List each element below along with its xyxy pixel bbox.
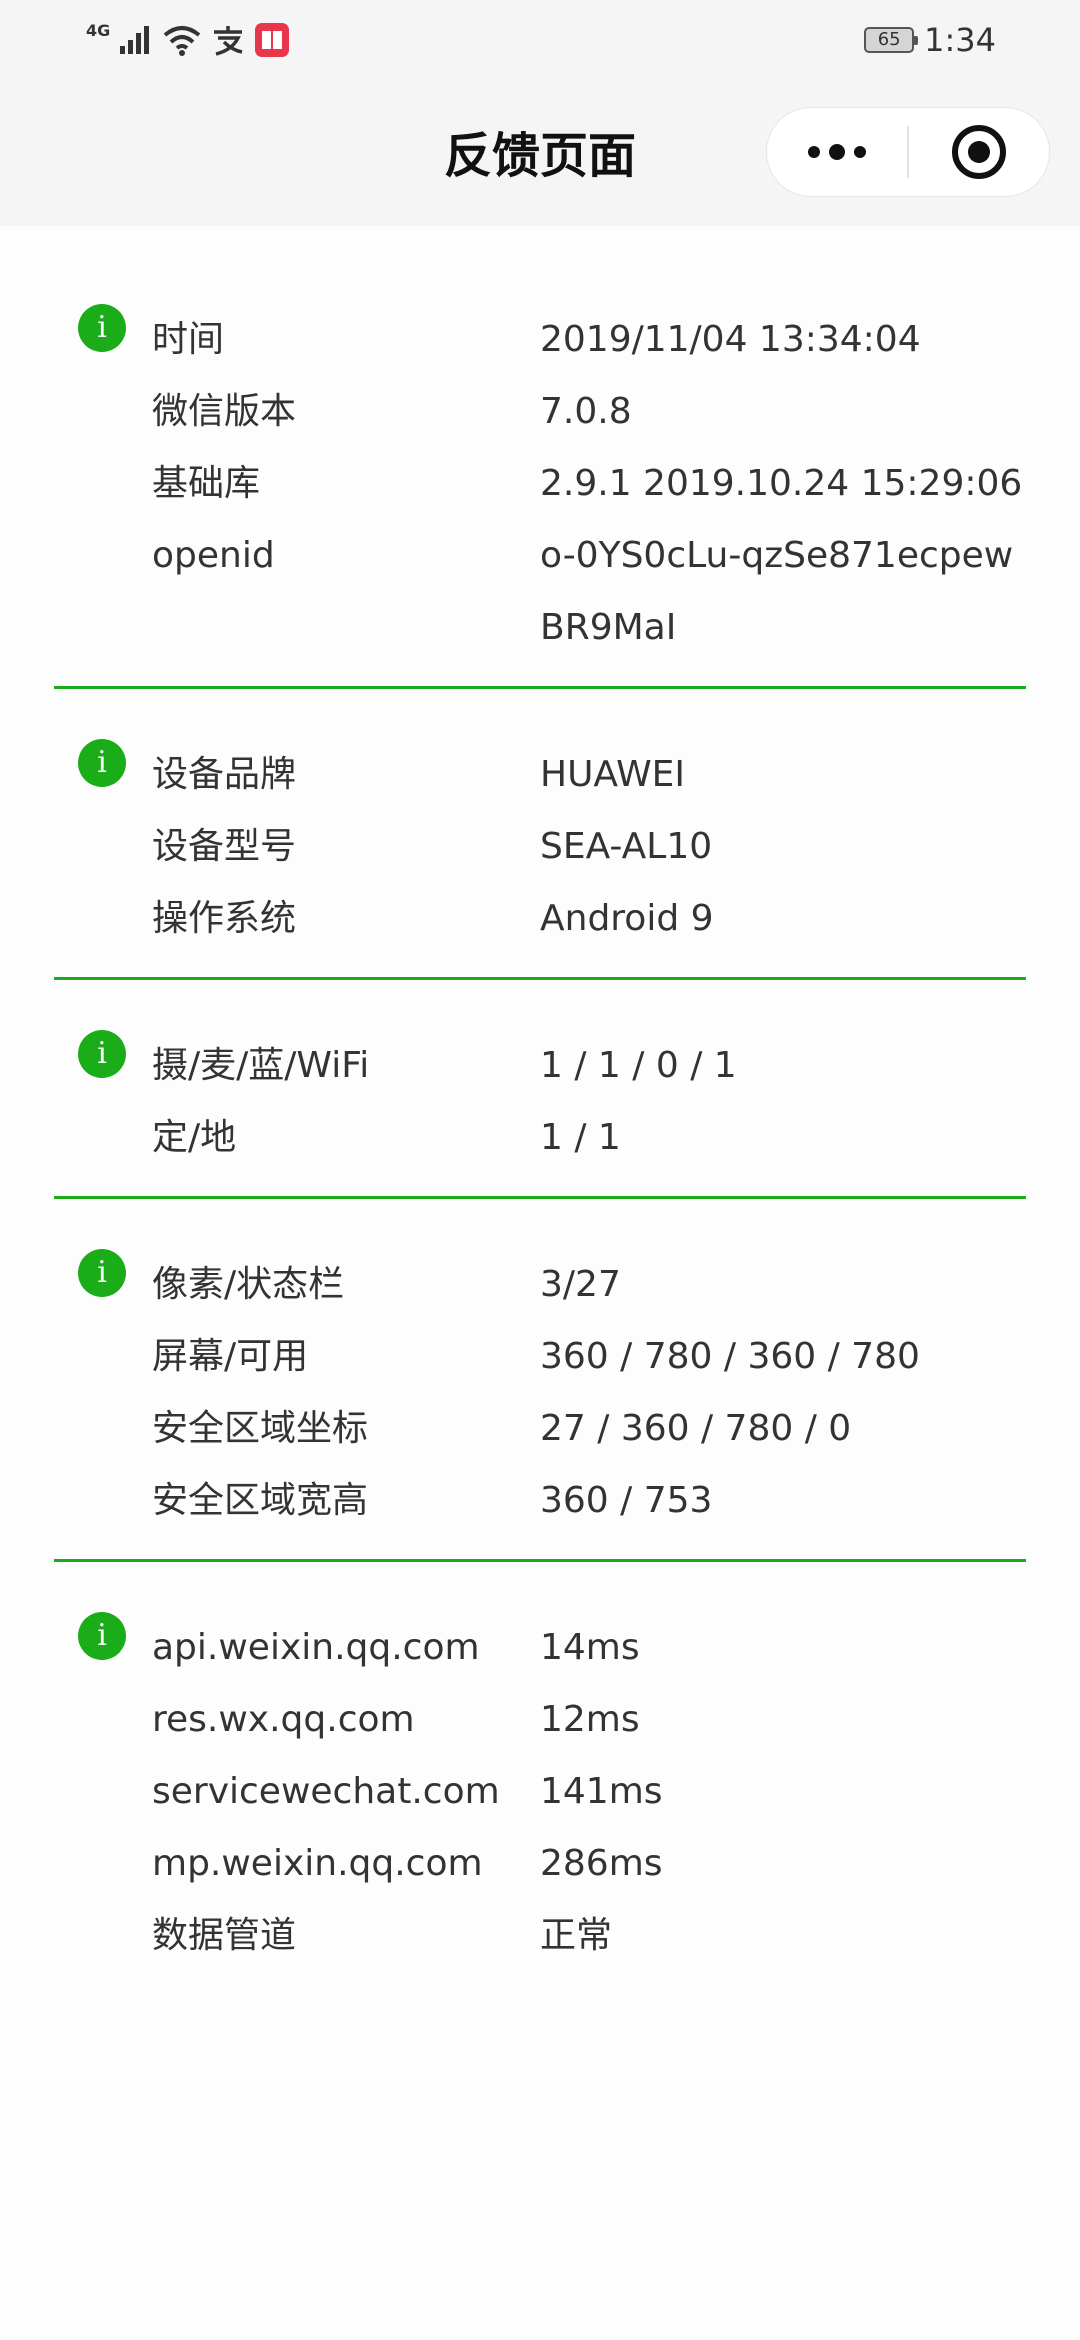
row-value: 27 / 360 / 780 / 0 [540,1408,852,1449]
status-left: 4G [86,18,290,62]
row-label: 微信版本 [152,391,297,432]
row-label: 基础库 [152,463,261,504]
info-row: openid o-0YS0cLu-qzSe871ecpewBR9MaI [54,520,1026,664]
battery-icon: 65 [864,27,919,53]
info-row: 设备品牌 HUAWEI [54,739,1026,811]
row-label: 像素/状态栏 [152,1264,345,1305]
info-row: 定/地 1 / 1 [54,1102,1026,1174]
section-device: i 设备品牌 HUAWEI 设备型号 SEA-AL10 操作系统 Android… [54,689,1026,980]
row-value: Android 9 [540,898,714,939]
nav-bar: 反馈页面 [0,80,1080,226]
row-label: mp.weixin.qq.com [152,1843,483,1884]
status-right: 65 1:34 [864,18,996,62]
section-network: i api.weixin.qq.com 14ms res.wx.qq.com 1… [54,1562,1026,1994]
info-row: 时间 2019/11/04 13:34:04 [54,304,1026,376]
info-row: 屏幕/可用 360 / 780 / 360 / 780 [54,1321,1026,1393]
info-icon: i [78,1612,126,1660]
info-row: 基础库 2.9.1 2019.10.24 15:29:06 [54,448,1026,520]
feedback-screen: 4G 65 1:34 反馈页面 i 时间 2019/11/04 13:34:04… [0,0,1080,2340]
row-value: 1 / 1 / 0 / 1 [540,1045,737,1086]
row-value: 14ms [540,1627,640,1668]
row-value: HUAWEI [540,754,686,795]
row-label: 时间 [152,319,225,360]
info-icon: i [78,1030,126,1078]
info-row: 像素/状态栏 3/27 [54,1249,1026,1321]
row-label: api.weixin.qq.com [152,1627,480,1668]
row-label: 设备品牌 [152,754,297,795]
row-label: 数据管道 [152,1915,297,1956]
alipay-icon [210,24,246,56]
row-label: 操作系统 [152,898,297,939]
row-label: servicewechat.com [152,1771,500,1812]
reader-app-icon [254,22,290,58]
info-row: 微信版本 7.0.8 [54,376,1026,448]
row-value: 7.0.8 [540,391,632,432]
section-basic: i 时间 2019/11/04 13:34:04 微信版本 7.0.8 基础库 … [54,226,1026,689]
row-value: 2019/11/04 13:34:04 [540,319,921,360]
row-value: 2.9.1 2019.10.24 15:29:06 [540,463,1023,504]
row-value: 141ms [540,1771,663,1812]
section-permissions: i 摄/麦/蓝/WiFi 1 / 1 / 0 / 1 定/地 1 / 1 [54,980,1026,1199]
row-label: 安全区域宽高 [152,1480,369,1521]
info-row: api.weixin.qq.com 14ms [54,1612,1026,1684]
status-bar: 4G 65 1:34 [0,0,1080,80]
row-label: openid [152,535,275,576]
more-dots-icon [808,144,866,160]
network-type: 4G [86,20,111,40]
row-label: 屏幕/可用 [152,1336,309,1377]
row-value: 360 / 780 / 360 / 780 [540,1336,920,1377]
row-label: 定/地 [152,1117,237,1158]
row-value: SEA-AL10 [540,826,713,867]
close-button[interactable] [909,108,1049,196]
row-label: 安全区域坐标 [152,1408,369,1449]
info-icon: i [78,739,126,787]
info-icon: i [78,1249,126,1297]
target-circle-icon [951,125,1006,179]
row-value: o-0YS0cLu-qzSe871ecpewBR9MaI [540,535,1014,648]
row-label: 设备型号 [152,826,297,867]
wifi-icon [162,24,202,56]
clock: 1:34 [924,21,996,59]
feedback-info-list: i 时间 2019/11/04 13:34:04 微信版本 7.0.8 基础库 … [0,226,1080,1994]
section-screen: i 像素/状态栏 3/27 屏幕/可用 360 / 780 / 360 / 78… [54,1199,1026,1562]
info-row: servicewechat.com 141ms [54,1756,1026,1828]
info-icon: i [78,304,126,352]
info-row: res.wx.qq.com 12ms [54,1684,1026,1756]
row-value: 12ms [540,1699,640,1740]
row-label: res.wx.qq.com [152,1699,415,1740]
info-row: mp.weixin.qq.com 286ms [54,1828,1026,1900]
info-row: 摄/麦/蓝/WiFi 1 / 1 / 0 / 1 [54,1030,1026,1102]
info-row: 操作系统 Android 9 [54,883,1026,955]
row-value: 3/27 [540,1264,621,1305]
row-value: 286ms [540,1843,663,1884]
info-row: 数据管道 正常 [54,1900,1026,1972]
row-label: 摄/麦/蓝/WiFi [152,1045,370,1086]
info-row: 设备型号 SEA-AL10 [54,811,1026,883]
more-button[interactable] [767,108,907,196]
row-value: 1 / 1 [540,1117,621,1158]
row-value: 360 / 753 [540,1480,713,1521]
info-row: 安全区域宽高 360 / 753 [54,1465,1026,1537]
info-row: 安全区域坐标 27 / 360 / 780 / 0 [54,1393,1026,1465]
signal-icon [118,24,154,56]
row-value: 正常 [540,1915,613,1956]
miniprogram-capsule [766,107,1050,197]
